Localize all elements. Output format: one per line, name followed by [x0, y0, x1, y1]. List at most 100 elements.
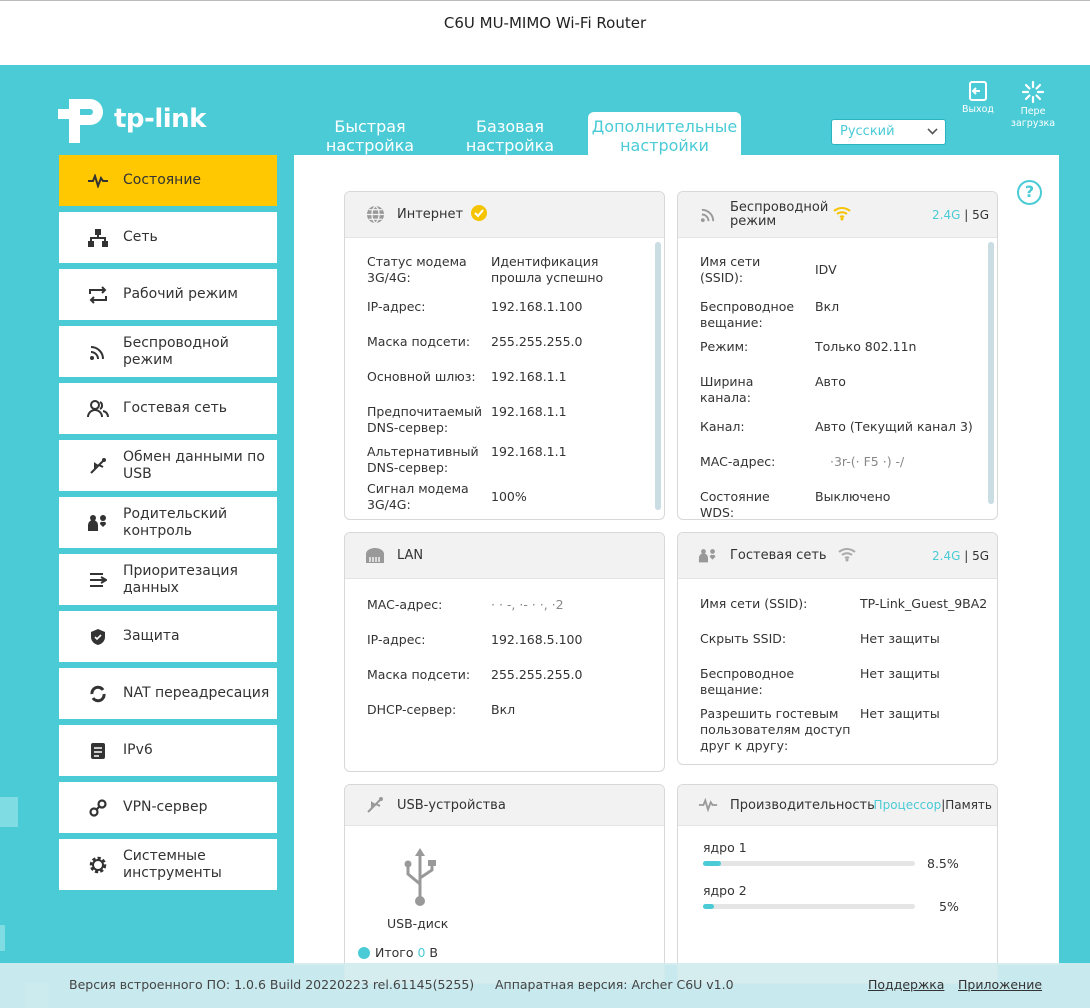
language-select[interactable]: Русский — [831, 119, 946, 145]
band-24-link[interactable]: 2.4G — [932, 549, 960, 563]
sidebar-item-operation-mode[interactable]: Рабочий режим — [59, 269, 277, 320]
sidebar-item-vpn[interactable]: VPN-сервер — [59, 782, 277, 833]
app-link[interactable]: Приложение — [958, 977, 1042, 992]
internet-row-label: Предпочитаемый DNS-сервер: — [367, 404, 482, 436]
row-label: Ширина — [700, 374, 754, 389]
tab-basic[interactable]: Базовая настройка — [440, 112, 580, 156]
sidebar-item-wireless[interactable]: Беспроводной режим — [59, 326, 277, 377]
scrollbar[interactable] — [655, 242, 661, 510]
tab-advanced[interactable]: Дополнительные настройки — [588, 112, 741, 156]
window-titlebar: C6U MU-MIMO Wi-Fi Router — [0, 0, 1090, 65]
internet-row-label: Сигнал модема 3G/4G: — [367, 481, 469, 513]
sidebar-item-label: Системные — [123, 847, 206, 864]
row-label: DNS-сервер: — [367, 460, 449, 475]
row-label: Имя сети — [700, 254, 761, 269]
row-value: 255.255.255.0 — [491, 334, 583, 349]
performance-card-header: Производительность Процессор|Память — [678, 785, 997, 826]
row-value: Идентификация — [491, 254, 599, 269]
support-link[interactable]: Поддержка — [868, 977, 944, 992]
row-value: 192.168.1.1 — [491, 444, 567, 459]
wireless-card: Беспроводной режим 2.4G | 5G Имя сети (SSI… — [677, 191, 998, 520]
core-label: ядро 2 — [703, 883, 747, 898]
sidebar-item-parental[interactable]: Родительский контроль — [59, 497, 277, 548]
sidebar-item-guest[interactable]: Гостевая сеть — [59, 383, 277, 434]
row-label: пользователям доступ — [700, 722, 851, 737]
reboot-button[interactable]: Пере загрузка — [1008, 80, 1058, 130]
row-label: Основной шлюз: — [367, 369, 476, 384]
internet-card-header: Интернет — [345, 192, 664, 238]
sidebar-item-system-tools[interactable]: Системные инструменты — [59, 839, 277, 890]
row-value: Авто (Текущий канал 3) — [815, 419, 973, 434]
activity-icon — [87, 170, 109, 192]
sidebar-item-label: инструменты — [123, 864, 222, 881]
lan-card: LAN MAC-адрес: · · -, ·- · ·, ·2 IP-адре… — [344, 532, 665, 772]
usb-card: USB-устройства USB-диск Итого 0 В — [344, 784, 665, 984]
sidebar-item-usb[interactable]: Обмен данными по USB — [59, 440, 277, 491]
gear-icon — [87, 854, 109, 876]
check-ok-icon — [471, 204, 488, 225]
row-value: Нет защиты — [860, 666, 940, 681]
scrollbar[interactable] — [988, 242, 994, 504]
row-value: ·3r-(· F5 ·) -/ — [830, 454, 905, 469]
reboot-label: Пере — [1020, 106, 1046, 117]
sidebar-item-security[interactable]: Защита — [59, 611, 277, 662]
row-value: 192.168.5.100 — [491, 632, 583, 647]
sidebar-item-nat[interactable]: NAT переадресация — [59, 668, 277, 719]
reboot-label: загрузка — [1010, 118, 1056, 129]
guest-title: Гостевая сеть — [730, 548, 827, 563]
row-label: Маска подсети: — [367, 334, 471, 349]
sidebar-item-label: контроль — [123, 522, 192, 539]
row-label: Разрешить гостевым — [700, 706, 839, 721]
usb-total-unit: В — [429, 945, 438, 960]
row-label: Беспроводное — [700, 299, 795, 314]
internet-title: Интернет — [397, 207, 464, 222]
logout-icon — [969, 81, 987, 101]
band-5-link[interactable]: 5G — [972, 549, 989, 563]
band-switch[interactable]: 2.4G | 5G — [932, 549, 989, 563]
sidebar: Состояние Сеть Рабочий режим Беспроводно… — [59, 155, 277, 896]
parental-icon — [87, 512, 109, 534]
row-value: Только 802.11n — [815, 339, 917, 354]
help-icon[interactable]: ? — [1017, 180, 1042, 205]
core-2-progress — [703, 904, 915, 909]
sidebar-item-label: NAT переадресация — [123, 685, 270, 701]
tab-quick-setup[interactable]: Быстрая настройка — [300, 112, 440, 156]
sidebar-item-ipv6[interactable]: IPv6 — [59, 725, 277, 776]
mode-switch-icon — [87, 284, 109, 306]
usb-trident-icon — [404, 848, 436, 906]
core-value: 5% — [939, 899, 959, 914]
logout-button[interactable]: Выход — [958, 80, 998, 116]
main-tabs: Быстрая настройка Базовая настройка Допо… — [300, 112, 741, 156]
row-label: Скрыть SSID: — [700, 631, 787, 646]
usb-disk-device[interactable]: USB-диск — [387, 848, 448, 931]
performance-card: Производительность Процессор|Память ядро… — [677, 784, 998, 984]
band-5-link[interactable]: 5G — [972, 208, 989, 222]
band-24-link[interactable]: 2.4G — [932, 208, 960, 222]
core-1-progress — [703, 861, 915, 866]
row-value: TP-Link_Guest_9BA2 — [860, 596, 988, 611]
tab-label: настройки — [620, 136, 709, 155]
shield-icon — [87, 626, 109, 648]
legend-dot-icon — [358, 947, 370, 959]
sidebar-item-status[interactable]: Состояние — [59, 155, 277, 206]
performance-title: Производительность — [730, 797, 875, 813]
row-value: IDV — [815, 262, 837, 277]
row-label: вещание: — [700, 682, 763, 697]
usb-card-header: USB-устройства — [345, 785, 664, 826]
sidebar-item-network[interactable]: Сеть — [59, 212, 277, 263]
row-label: Режим: — [700, 339, 749, 354]
wireless-title: Беспроводной — [730, 199, 829, 215]
row-label: Альтернативный — [367, 444, 479, 459]
lan-card-header: LAN — [345, 533, 664, 579]
memory-tab[interactable]: Память — [945, 798, 992, 812]
sidebar-item-qos[interactable]: Приоритезация данных — [59, 554, 277, 605]
row-label: вещание: — [700, 315, 763, 330]
cpu-tab[interactable]: Процессор — [874, 798, 942, 812]
row-value: 255.255.255.0 — [491, 667, 583, 682]
sidebar-item-label: VPN-сервер — [123, 799, 208, 815]
row-value: · · -, ·- · ·, ·2 — [491, 597, 564, 612]
band-switch[interactable]: 2.4G | 5G — [932, 208, 989, 222]
tab-label: Дополнительные — [591, 117, 738, 136]
wifi-signal-icon — [832, 205, 852, 225]
row-label: Состояние — [700, 489, 770, 504]
